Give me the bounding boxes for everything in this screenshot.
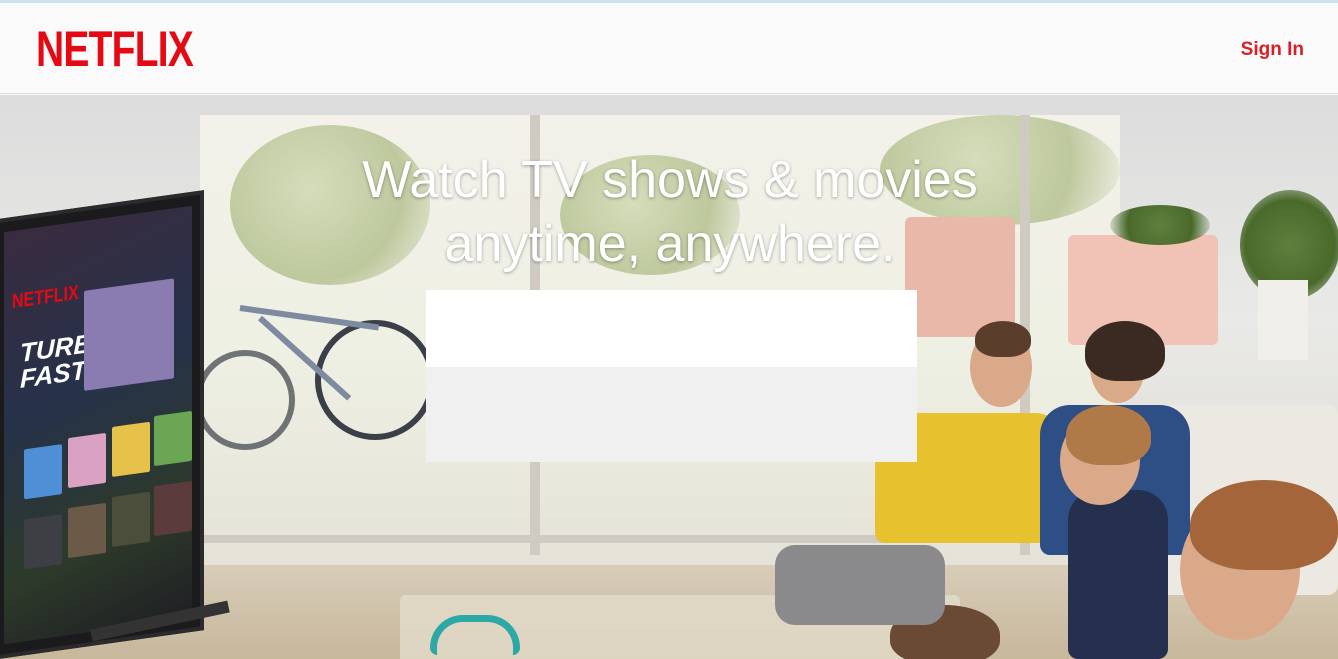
child-hair xyxy=(1190,480,1338,570)
tv-poster-tile xyxy=(24,514,62,570)
hedge-plant xyxy=(1110,205,1210,245)
headline-line-1: Watch TV shows & movies xyxy=(362,151,978,209)
person-hair xyxy=(1085,321,1165,381)
signup-panel-top xyxy=(426,290,917,367)
tv-poster-tile xyxy=(68,502,106,559)
sign-in-link[interactable]: Sign In xyxy=(1241,39,1304,61)
tv-poster-tile xyxy=(154,480,192,537)
tv-poster-tile xyxy=(154,410,192,467)
jeans-legs xyxy=(775,545,945,625)
tv-screen: NETFLIX TURBO FAST xyxy=(4,205,192,645)
television: NETFLIX TURBO FAST xyxy=(0,190,204,659)
bike-wheel xyxy=(195,350,295,450)
person-hair xyxy=(975,321,1031,357)
child-hair xyxy=(1066,405,1151,465)
tv-poster-tile xyxy=(24,444,62,500)
tv-netflix-logo: NETFLIX xyxy=(12,281,79,314)
plant-pot xyxy=(1258,280,1308,360)
signup-panel-bottom xyxy=(426,367,917,462)
child-navy-jacket xyxy=(1068,490,1168,659)
hero-section: NETFLIX TURBO FAST Watch TV shows & movi… xyxy=(0,95,1338,659)
site-header: NETFLIX Sign In xyxy=(0,3,1338,94)
tv-poster-tile xyxy=(112,421,150,478)
headline-line-2: anytime, anywhere. xyxy=(444,215,896,273)
headphones-prop xyxy=(430,615,520,655)
tv-hero-artwork xyxy=(84,278,174,391)
tv-poster-tile xyxy=(68,432,106,489)
netflix-logo[interactable]: NETFLIX xyxy=(36,23,194,75)
tv-poster-tile xyxy=(112,491,150,548)
hero-headline: Watch TV shows & movies anytime, anywher… xyxy=(300,148,1040,276)
